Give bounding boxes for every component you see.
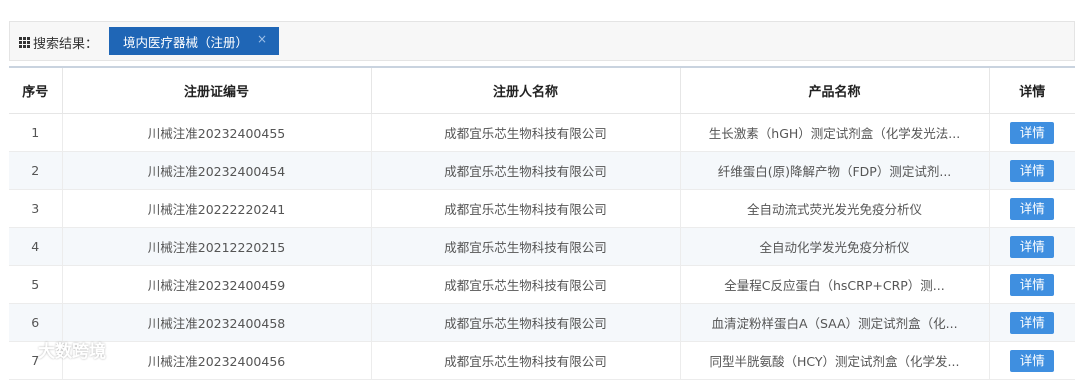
watermark-logo-icon [9,342,33,355]
reg-no-cell: 川械注准20232400455 [62,113,372,152]
row-index: 6 [9,303,63,342]
detail-cell: 详情 [989,227,1075,266]
reg-no-cell: 川械注准20222220241 [62,189,372,228]
results-table: 序号 注册证编号 注册人名称 产品名称 详情 1 川械注准20232400455… [9,68,1075,380]
row-index: 1 [9,113,63,152]
detail-button[interactable]: 详情 [1010,159,1055,182]
results-table-container: 序号 注册证编号 注册人名称 产品名称 详情 1 川械注准20232400455… [9,66,1075,380]
search-result-label: 搜索结果： [19,33,98,52]
detail-button[interactable]: 详情 [1010,197,1055,220]
table-row: 1 川械注准20232400455 成都宜乐芯生物科技有限公司 生长激素（hGH… [9,113,1075,152]
detail-button[interactable]: 详情 [1010,235,1055,258]
column-header-reg-no: 注册证编号 [62,68,372,114]
product-cell: 血清淀粉样蛋白A（SAA）测定试剂盒（化... [680,303,990,342]
row-index: 2 [9,151,63,190]
search-result-text: 搜索结果： [33,37,99,52]
table-row: 2 川械注准20232400454 成都宜乐芯生物科技有限公司 纤维蛋白(原)降… [9,151,1075,190]
search-result-bar: 搜索结果： 境内医疗器械（注册） × [9,21,1075,61]
row-index: 4 [9,227,63,266]
table-row: 7 川械注准20232400456 成都宜乐芯生物科技有限公司 同型半胱氨酸（H… [9,341,1075,380]
detail-cell: 详情 [989,113,1075,152]
table-row: 4 川械注准20212220215 成都宜乐芯生物科技有限公司 全自动化学发光免… [9,227,1075,266]
row-index: 3 [9,189,63,228]
table-row: 6 川械注准20232400458 成都宜乐芯生物科技有限公司 血清淀粉样蛋白A… [9,303,1075,342]
reg-no-cell: 川械注准20232400458 [62,303,372,342]
row-index: 5 [9,265,63,304]
reg-no-cell: 川械注准20232400454 [62,151,372,190]
product-cell: 全量程C反应蛋白（hsCRP+CRP）测... [680,265,990,304]
product-cell: 全自动化学发光免疫分析仪 [680,227,990,266]
registrant-cell: 成都宜乐芯生物科技有限公司 [371,151,681,190]
registrant-cell: 成都宜乐芯生物科技有限公司 [371,265,681,304]
filter-tag-label: 境内医疗器械（注册） [123,34,249,50]
registrant-cell: 成都宜乐芯生物科技有限公司 [371,189,681,228]
detail-cell: 详情 [989,341,1075,380]
registrant-cell: 成都宜乐芯生物科技有限公司 [371,227,681,266]
reg-no-cell: 川械注准20212220215 [62,227,372,266]
registrant-cell: 成都宜乐芯生物科技有限公司 [371,341,681,380]
table-row: 5 川械注准20232400459 成都宜乐芯生物科技有限公司 全量程C反应蛋白… [9,265,1075,304]
registrant-cell: 成都宜乐芯生物科技有限公司 [371,113,681,152]
detail-cell: 详情 [989,265,1075,304]
product-cell: 生长激素（hGH）测定试剂盒（化学发光法... [680,113,990,152]
grid-icon [19,37,30,48]
registrant-cell: 成都宜乐芯生物科技有限公司 [371,303,681,342]
table-header-row: 序号 注册证编号 注册人名称 产品名称 详情 [9,68,1075,114]
product-cell: 同型半胱氨酸（HCY）测定试剂盒（化学发... [680,341,990,380]
watermark-logo: 大数跨境 [8,337,106,362]
column-header-registrant: 注册人名称 [371,68,681,114]
detail-cell: 详情 [989,189,1075,228]
column-header-detail: 详情 [989,68,1075,114]
close-icon[interactable]: × [257,32,267,46]
detail-cell: 详情 [989,303,1075,342]
detail-button[interactable]: 详情 [1010,121,1055,144]
reg-no-cell: 川械注准20232400459 [62,265,372,304]
product-cell: 全自动流式荧光发光免疫分析仪 [680,189,990,228]
product-cell: 纤维蛋白(原)降解产物（FDP）测定试剂... [680,151,990,190]
detail-cell: 详情 [989,151,1075,190]
detail-button[interactable]: 详情 [1010,311,1055,334]
column-header-index: 序号 [9,68,63,114]
detail-button[interactable]: 详情 [1010,273,1055,296]
table-row: 3 川械注准20222220241 成都宜乐芯生物科技有限公司 全自动流式荧光发… [9,189,1075,228]
watermark-text: 大数跨境 [38,342,106,362]
column-header-product: 产品名称 [680,68,990,114]
filter-tag[interactable]: 境内医疗器械（注册） × [109,27,279,55]
detail-button[interactable]: 详情 [1010,349,1055,372]
reg-no-cell: 川械注准20232400456 [62,341,372,380]
